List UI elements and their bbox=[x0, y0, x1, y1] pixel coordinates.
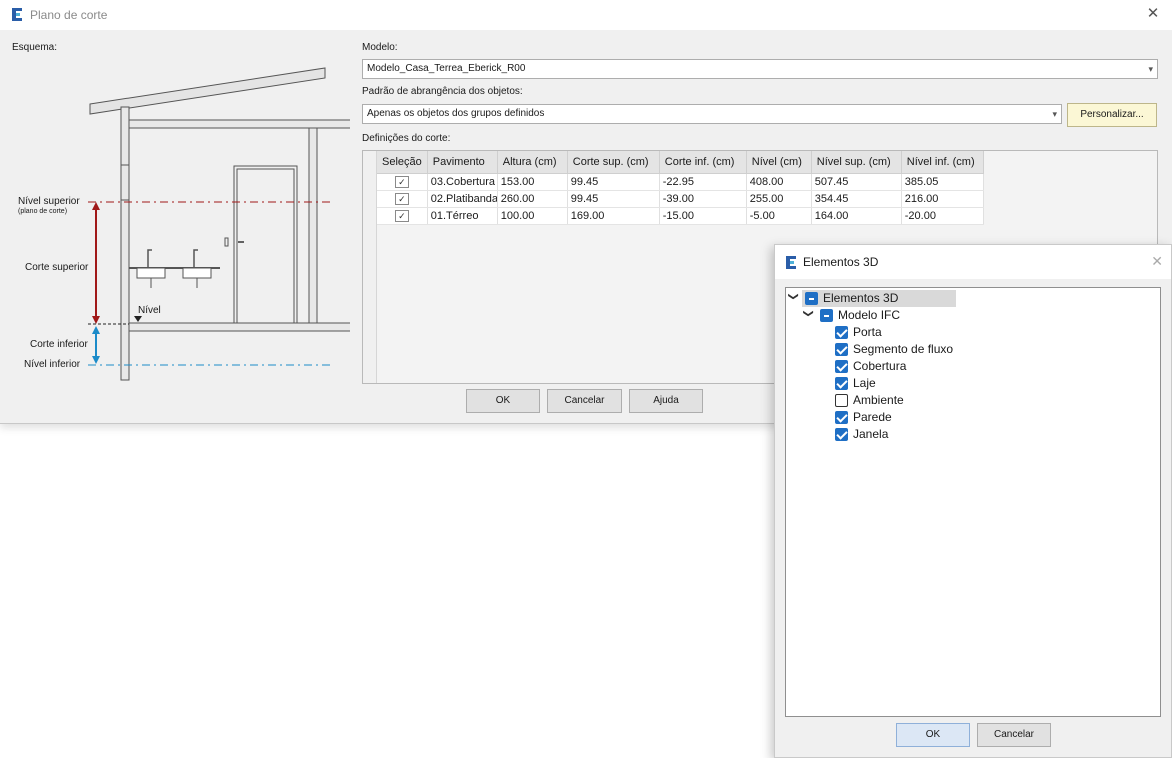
modelo-ifc-checkbox[interactable] bbox=[820, 309, 833, 322]
tree-label-janela: Janela bbox=[853, 427, 889, 441]
tree-label-segmento-de-fluxo: Segmento de fluxo bbox=[853, 342, 954, 356]
nivel-sup-cell[interactable]: 354.45 bbox=[811, 190, 902, 208]
corte-inf-cell[interactable]: -15.00 bbox=[659, 207, 747, 225]
cancelar-button[interactable]: Cancelar bbox=[547, 389, 622, 413]
col-corte-inf[interactable]: Corte inf. (cm) bbox=[659, 151, 747, 174]
nivel-label: Nível bbox=[138, 305, 161, 316]
elementos-3d-title: Elementos 3D bbox=[803, 255, 879, 269]
padrao-label: Padrão de abrangência dos objetos: bbox=[362, 86, 523, 97]
nivel-inferior-label: Nível inferior bbox=[24, 359, 81, 370]
ok-button[interactable]: OK bbox=[466, 389, 540, 413]
corte-sup-cell[interactable]: 99.45 bbox=[567, 190, 660, 208]
elementos-3d-dialog: Elementos 3D ✕ ❯ Elementos 3D ❯ Modelo I… bbox=[774, 244, 1172, 758]
chevron-down-icon[interactable]: ❯ bbox=[803, 309, 814, 317]
ajuda-button[interactable]: Ajuda bbox=[629, 389, 703, 413]
table-row[interactable]: ✓ 03.Cobertura 153.00 99.45 -22.95 408.0… bbox=[377, 173, 984, 191]
title-bar: Plano de corte ✕ bbox=[0, 0, 1172, 30]
elementos-ok-button[interactable]: OK bbox=[896, 723, 970, 747]
nivel-inf-cell[interactable]: -20.00 bbox=[901, 207, 984, 225]
modelo-label: Modelo: bbox=[362, 42, 398, 53]
chevron-down-icon: ▾ bbox=[1148, 64, 1153, 74]
ceiling-slab bbox=[128, 119, 350, 129]
elementos-tree: ❯ Elementos 3D ❯ Modelo IFC Porta Segmen… bbox=[785, 287, 1161, 717]
col-pavimento[interactable]: Pavimento bbox=[427, 151, 498, 174]
corte-sup-cell[interactable]: 169.00 bbox=[567, 207, 660, 225]
porta-checkbox[interactable] bbox=[835, 326, 848, 339]
elementos-3d-title-bar: Elementos 3D ✕ bbox=[775, 245, 1171, 279]
nivel-inf-cell[interactable]: 216.00 bbox=[901, 190, 984, 208]
pavimento-cell[interactable]: 01.Térreo bbox=[427, 207, 498, 225]
personalizar-button[interactable]: Personalizar... bbox=[1067, 103, 1157, 127]
app-logo-icon bbox=[786, 256, 796, 269]
left-wall bbox=[120, 106, 130, 381]
window-title: Plano de corte bbox=[30, 8, 108, 22]
modelo-value: Modelo_Casa_Terrea_Eberick_R00 bbox=[367, 63, 526, 74]
tree-label-ambiente: Ambiente bbox=[853, 393, 904, 407]
laje-checkbox[interactable] bbox=[835, 377, 848, 390]
tree-label-root: Elementos 3D bbox=[823, 291, 899, 305]
sink-1 bbox=[136, 267, 166, 279]
close-icon[interactable]: ✕ bbox=[1151, 253, 1163, 270]
chevron-down-icon[interactable]: ❯ bbox=[788, 292, 799, 300]
door bbox=[233, 165, 298, 324]
altura-cell[interactable]: 153.00 bbox=[497, 173, 568, 191]
col-corte-sup[interactable]: Corte sup. (cm) bbox=[567, 151, 660, 174]
col-altura[interactable]: Altura (cm) bbox=[497, 151, 568, 174]
corte-superior-label: Corte superior bbox=[25, 262, 89, 273]
corte-inf-cell[interactable]: -22.95 bbox=[659, 173, 747, 191]
col-selecao[interactable]: Seleção bbox=[377, 151, 428, 174]
corte-sup-cell[interactable]: 99.45 bbox=[567, 173, 660, 191]
row-select-checkbox[interactable]: ✓ bbox=[394, 175, 409, 188]
corte-inferior-label: Corte inferior bbox=[30, 339, 88, 350]
app-logo-icon bbox=[12, 8, 22, 21]
ambiente-checkbox[interactable] bbox=[835, 394, 848, 407]
tree-label-parede: Parede bbox=[853, 410, 892, 424]
col-nivel-inf[interactable]: Nível inf. (cm) bbox=[901, 151, 984, 174]
definicoes-table: Seleção Pavimento Altura (cm) Corte sup.… bbox=[377, 151, 984, 225]
sink-2 bbox=[182, 267, 212, 279]
elementos-cancelar-button[interactable]: Cancelar bbox=[977, 723, 1051, 747]
nivel-cell[interactable]: 408.00 bbox=[746, 173, 812, 191]
padrao-value: Apenas os objetos dos grupos definidos bbox=[367, 108, 545, 119]
right-column bbox=[308, 127, 318, 325]
plano-de-corte-label: (plano de corte) bbox=[18, 208, 68, 215]
nivel-sup-cell[interactable]: 507.45 bbox=[811, 173, 902, 191]
tree-label-modelo-ifc: Modelo IFC bbox=[838, 308, 901, 322]
row-header-column bbox=[363, 151, 377, 383]
row-select-checkbox[interactable]: ✓ bbox=[394, 209, 409, 222]
close-button[interactable]: ✕ bbox=[1138, 2, 1168, 28]
table-row[interactable]: ✓ 01.Térreo 100.00 169.00 -15.00 -5.00 1… bbox=[377, 207, 984, 225]
nivel-cell[interactable]: -5.00 bbox=[746, 207, 812, 225]
segmento-de-fluxo-checkbox[interactable] bbox=[835, 343, 848, 356]
nivel-cell[interactable]: 255.00 bbox=[746, 190, 812, 208]
parede-checkbox[interactable] bbox=[835, 411, 848, 424]
elementos-3d-checkbox[interactable] bbox=[805, 292, 818, 305]
nivel-superior-label: Nível superior bbox=[18, 196, 80, 207]
esquema-label: Esquema: bbox=[12, 42, 58, 53]
cobertura-checkbox[interactable] bbox=[835, 360, 848, 373]
tree-label-cobertura: Cobertura bbox=[853, 359, 907, 373]
modelo-select[interactable]: Modelo_Casa_Terrea_Eberick_R00 ▾ bbox=[362, 59, 1158, 79]
pavimento-cell[interactable]: 02.Platibanda bbox=[427, 190, 498, 208]
altura-cell[interactable]: 100.00 bbox=[497, 207, 568, 225]
corte-inf-cell[interactable]: -39.00 bbox=[659, 190, 747, 208]
nivel-sup-cell[interactable]: 164.00 bbox=[811, 207, 902, 225]
pavimento-cell[interactable]: 03.Cobertura bbox=[427, 173, 498, 191]
col-nivel[interactable]: Nível (cm) bbox=[746, 151, 812, 174]
floor-slab bbox=[128, 322, 350, 332]
definicoes-label: Definições do corte: bbox=[362, 133, 451, 144]
tree-label-laje: Laje bbox=[853, 376, 876, 390]
janela-checkbox[interactable] bbox=[835, 428, 848, 441]
chevron-down-icon: ▾ bbox=[1052, 109, 1057, 119]
tree-label-porta: Porta bbox=[853, 325, 882, 339]
table-row[interactable]: ✓ 02.Platibanda 260.00 99.45 -39.00 255.… bbox=[377, 190, 984, 208]
padrao-select[interactable]: Apenas os objetos dos grupos definidos ▾ bbox=[362, 104, 1062, 124]
nivel-inf-cell[interactable]: 385.05 bbox=[901, 173, 984, 191]
row-select-checkbox[interactable]: ✓ bbox=[394, 192, 409, 205]
col-nivel-sup[interactable]: Nível sup. (cm) bbox=[811, 151, 902, 174]
altura-cell[interactable]: 260.00 bbox=[497, 190, 568, 208]
